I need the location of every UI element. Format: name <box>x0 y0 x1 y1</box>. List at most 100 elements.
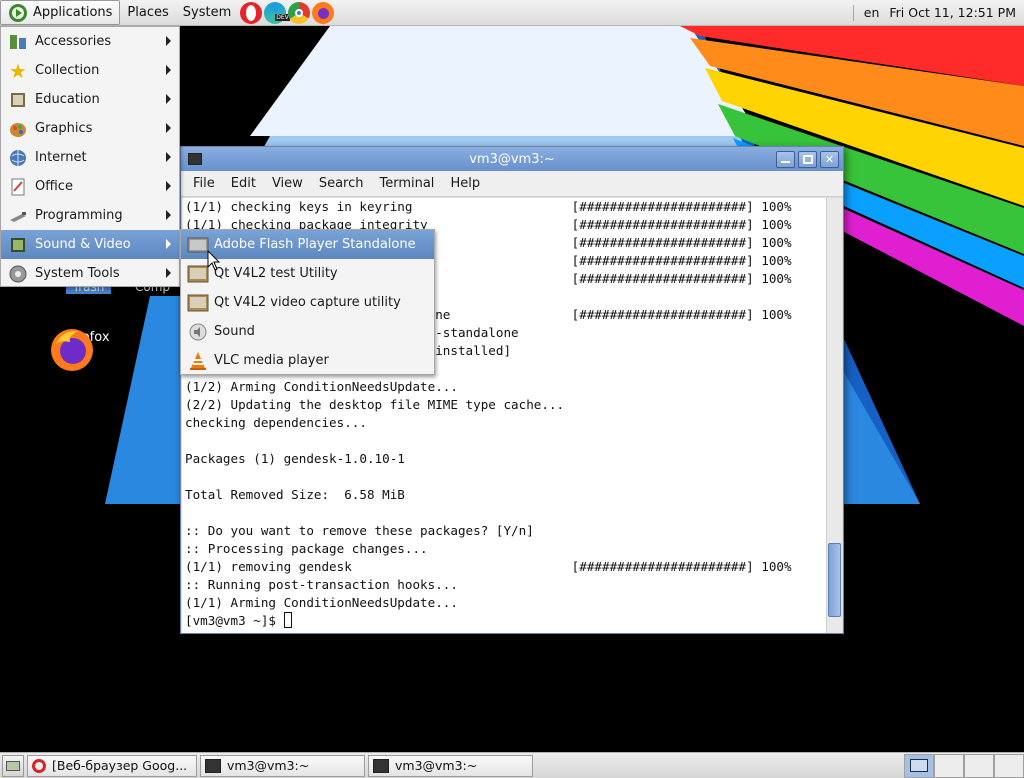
submenu-item-vlc[interactable]: VLC media player <box>181 346 434 375</box>
menu-item-collection[interactable]: ★ Collection <box>1 56 179 85</box>
office-icon <box>7 176 29 198</box>
terminal-line: (1/1) checking keys in keyring [########… <box>185 199 792 214</box>
workspace-switcher <box>904 753 1024 778</box>
submenu-arrow-icon <box>166 36 171 46</box>
submenu-item-label: Sound <box>214 324 255 339</box>
workspace-2[interactable] <box>934 753 964 778</box>
chrome-dev-icon <box>295 8 304 17</box>
submenu-arrow-icon <box>166 65 171 75</box>
maximize-button[interactable] <box>798 150 817 168</box>
terminal-line: :: Do you want to remove these packages?… <box>185 523 534 538</box>
programming-icon <box>7 205 29 227</box>
menu-item-label: Accessories <box>35 34 112 49</box>
menu-view[interactable]: View <box>264 176 311 191</box>
taskbar-task-terminal-1[interactable]: vm3@vm3:~ <box>200 754 365 777</box>
tv-icon <box>187 263 209 285</box>
terminal-cursor <box>283 612 292 628</box>
submenu-item-sound[interactable]: Sound <box>181 317 434 346</box>
terminal-icon <box>188 153 202 165</box>
terminal-line: checking dependencies... <box>185 415 367 430</box>
submenu-item-label: Qt V4L2 test Utility <box>214 266 338 281</box>
menu-search[interactable]: Search <box>311 176 372 191</box>
places-menu[interactable]: Places <box>120 0 175 26</box>
opera-launcher[interactable] <box>240 1 263 24</box>
terminal-title: vm3@vm3:~ <box>469 151 555 167</box>
taskbar-task-terminal-2[interactable]: vm3@vm3:~ <box>368 754 533 777</box>
system-menu[interactable]: System <box>176 0 238 26</box>
submenu-arrow-icon <box>166 181 171 191</box>
terminal-window: vm3@vm3:~ ✕ File Edit View Search Termin… <box>180 146 844 634</box>
vlc-cone-icon <box>187 350 209 372</box>
menu-item-office[interactable]: Office <box>1 172 179 201</box>
chrome-dev-launcher[interactable] <box>288 1 311 24</box>
top-panel: Applications Places System DEV en Fri Oc… <box>0 0 1024 26</box>
applications-logo-icon <box>9 3 27 22</box>
applications-menu[interactable]: Applications <box>0 0 121 25</box>
close-button[interactable]: ✕ <box>820 150 839 168</box>
menu-item-label: Programming <box>35 208 123 223</box>
menu-item-programming[interactable]: Programming <box>1 201 179 230</box>
clock[interactable]: Fri Oct 11, 12:51 PM <box>889 5 1016 20</box>
keyboard-layout-indicator[interactable]: en <box>864 5 880 20</box>
applications-menu-label: Applications <box>33 5 113 20</box>
scrollbar-thumb[interactable] <box>828 543 841 617</box>
minimize-icon <box>781 161 790 163</box>
workspace-window-preview <box>910 759 928 772</box>
menu-item-accessories[interactable]: Accessories <box>1 27 179 56</box>
menu-edit[interactable]: Edit <box>223 176 264 191</box>
submenu-item-label: Adobe Flash Player Standalone <box>214 237 416 252</box>
menu-help[interactable]: Help <box>442 176 488 191</box>
submenu-arrow-icon <box>166 239 171 249</box>
terminal-prompt-line: [vm3@vm3 ~]$ <box>185 612 826 630</box>
bottom-panel: [Веб-браузер Goog... vm3@vm3:~ vm3@vm3:~ <box>0 752 1024 778</box>
graphics-icon <box>7 118 29 140</box>
mouse-pointer-icon <box>207 250 221 271</box>
firefox-launcher[interactable] <box>312 1 335 24</box>
submenu-arrow-icon <box>166 210 171 220</box>
terminal-titlebar[interactable]: vm3@vm3:~ ✕ <box>181 147 843 171</box>
terminal-scrollbar[interactable] <box>826 198 842 633</box>
flash-player-icon <box>187 234 209 256</box>
show-desktop-button[interactable] <box>2 754 24 777</box>
menu-item-label: Graphics <box>35 121 93 136</box>
submenu-arrow-icon <box>166 94 171 104</box>
menu-item-internet[interactable]: Internet <box>1 143 179 172</box>
menu-item-education[interactable]: Education <box>1 85 179 114</box>
desktop-icon-firefox[interactable]: Firefox <box>48 326 128 371</box>
menu-item-sound-video[interactable]: Sound & Video <box>1 230 179 259</box>
firefox-icon <box>318 7 330 19</box>
panel-status-area: en Fri Oct 11, 12:51 PM <box>852 4 1024 21</box>
terminal-icon <box>205 758 221 773</box>
film-icon <box>7 234 29 256</box>
menu-terminal[interactable]: Terminal <box>371 176 442 191</box>
terminal-line: (1/2) Arming ConditionNeedsUpdate... <box>185 379 458 394</box>
places-menu-label: Places <box>127 5 169 20</box>
submenu-arrow-icon <box>166 123 171 133</box>
menu-item-label: Internet <box>35 150 87 165</box>
menu-item-label: Collection <box>35 63 100 78</box>
submenu-arrow-icon <box>166 152 171 162</box>
show-desktop-icon <box>6 760 20 771</box>
panel-separator <box>852 4 854 21</box>
menu-item-graphics[interactable]: Graphics <box>1 114 179 143</box>
menu-file[interactable]: File <box>185 176 223 191</box>
opera-icon <box>32 758 46 773</box>
star-icon: ★ <box>9 58 27 83</box>
minimize-button[interactable] <box>776 150 795 168</box>
edge-dev-launcher[interactable]: DEV <box>264 1 290 24</box>
menu-item-system-tools[interactable]: System Tools <box>1 259 179 288</box>
menu-item-label: Sound & Video <box>35 237 131 252</box>
taskbar-task-browser[interactable]: [Веб-браузер Goog... <box>27 754 197 777</box>
tv-icon <box>187 292 209 314</box>
submenu-arrow-icon <box>166 268 171 278</box>
task-label: [Веб-браузер Goog... <box>52 758 188 773</box>
workspace-3[interactable] <box>964 753 994 778</box>
workspace-1[interactable] <box>904 753 934 778</box>
terminal-menubar: File Edit View Search Terminal Help <box>181 171 843 197</box>
submenu-item-qt-v4l2-capture[interactable]: Qt V4L2 video capture utility <box>181 288 434 317</box>
workspace-4[interactable] <box>994 753 1024 778</box>
opera-icon <box>246 4 257 21</box>
applications-dropdown: Accessories ★ Collection Education Graph… <box>0 26 180 287</box>
